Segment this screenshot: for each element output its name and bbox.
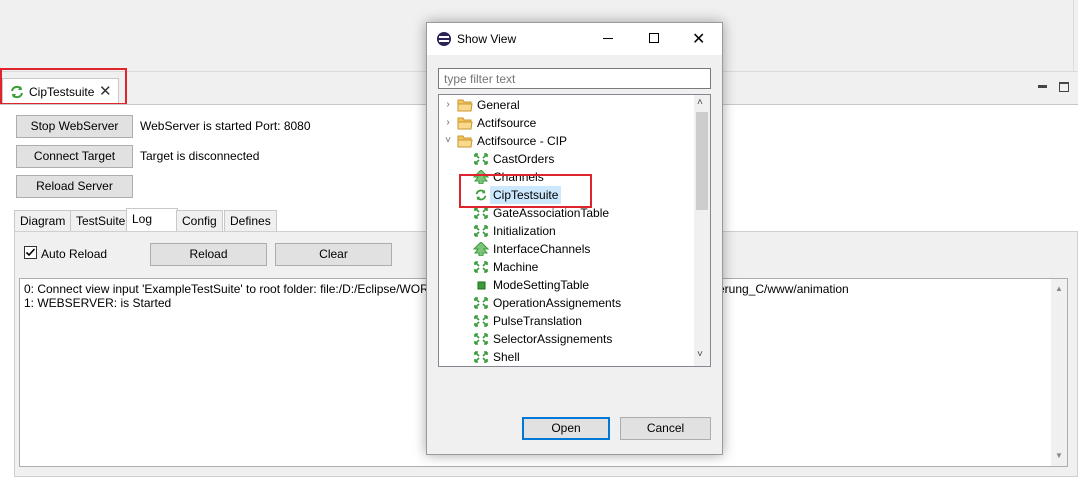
minimize-icon[interactable] [603, 38, 613, 39]
folder-icon [457, 134, 473, 148]
chevron-down-icon[interactable]: ˅ [443, 132, 453, 150]
eclipse-icon [437, 32, 451, 46]
tree-item-label: General [477, 98, 520, 112]
arrows-icon [473, 224, 489, 238]
minimize-icon[interactable] [1038, 85, 1047, 88]
dialog-titlebar[interactable]: Show View ✕ [427, 23, 722, 55]
arrows-icon [473, 296, 489, 310]
folder-icon [457, 116, 473, 130]
highlight-box-tab [0, 68, 127, 105]
scroll-up-icon[interactable]: ▲ [1055, 284, 1063, 293]
arrows-icon [473, 152, 489, 166]
highlight-box-selection [459, 174, 592, 208]
arrows-icon [473, 314, 489, 328]
connect-target-button[interactable]: Connect Target [16, 145, 133, 168]
reload-server-button[interactable]: Reload Server [16, 175, 133, 198]
log-line-tail: erung_C/www/animation [718, 282, 849, 296]
folder-icon [457, 98, 473, 112]
chevron-right-icon[interactable]: › [443, 96, 453, 114]
log-line: 1: WEBSERVER: is Started [24, 296, 172, 310]
tab-testsuite[interactable]: TestSuite [70, 210, 132, 232]
cancel-button[interactable]: Cancel [620, 417, 711, 440]
tree-item-label: ModeSettingTable [493, 278, 590, 292]
tree-item-label: InterfaceChannels [493, 242, 591, 256]
log-scrollbar[interactable]: ▲ ▼ [1051, 279, 1067, 466]
auto-reload-label: Auto Reload [41, 247, 108, 261]
target-status: Target is disconnected [140, 149, 260, 163]
webserver-status: WebServer is started Port: 8080 [140, 119, 311, 133]
chevron-right-icon[interactable]: › [443, 114, 453, 132]
tree-item-label: OperationAssignements [493, 296, 622, 310]
arrows-icon [473, 350, 489, 364]
square-icon [473, 278, 489, 292]
scroll-thumb[interactable] [696, 112, 708, 210]
tab-log[interactable]: Log [126, 208, 178, 232]
auto-reload-checkbox[interactable] [24, 246, 37, 259]
maximize-icon[interactable] [649, 33, 659, 43]
tree-item-label: Initialization [493, 224, 556, 238]
tree-item-label: SelectorAssignements [493, 332, 613, 346]
tree-icon [472, 241, 490, 257]
scroll-up-icon[interactable]: ˄ [697, 97, 703, 108]
filter-input[interactable] [438, 68, 711, 89]
dialog-title: Show View [457, 32, 517, 46]
arrows-icon [473, 332, 489, 346]
divider [1073, 0, 1074, 72]
tree-item-label: CastOrders [493, 152, 555, 166]
show-view-dialog: Show View ✕ ˄ ˅ › General › Actifsource ˅ Act… [426, 22, 723, 455]
reload-button[interactable]: Reload [150, 243, 267, 266]
arrows-icon [473, 260, 489, 274]
maximize-icon[interactable] [1059, 82, 1069, 92]
clear-button[interactable]: Clear [275, 243, 392, 266]
close-icon[interactable]: ✕ [692, 29, 705, 49]
stop-webserver-button[interactable]: Stop WebServer [16, 115, 133, 138]
tree-item-label: Shell [493, 350, 520, 364]
tree-item-label: Machine [493, 260, 539, 274]
open-button[interactable]: Open [522, 417, 610, 440]
arrows-icon [473, 206, 489, 220]
tree-item-label: Actifsource - CIP [477, 134, 568, 148]
scroll-down-icon[interactable]: ▼ [1055, 451, 1063, 460]
tree-scrollbar[interactable]: ˄ ˅ [694, 95, 710, 366]
log-line: 0: Connect view input 'ExampleTestSuite'… [24, 282, 429, 296]
tab-config[interactable]: Config [176, 210, 223, 232]
tab-defines[interactable]: Defines [224, 210, 277, 232]
tree-item-label: Actifsource [477, 116, 537, 130]
filter-text-field[interactable] [439, 69, 710, 88]
tree-item-label: PulseTranslation [493, 314, 582, 328]
view-tree[interactable]: ˄ ˅ › General › Actifsource ˅ Actifsource - C… [438, 94, 711, 367]
scroll-down-icon[interactable]: ˅ [697, 349, 703, 360]
tab-diagram[interactable]: Diagram [14, 210, 72, 232]
